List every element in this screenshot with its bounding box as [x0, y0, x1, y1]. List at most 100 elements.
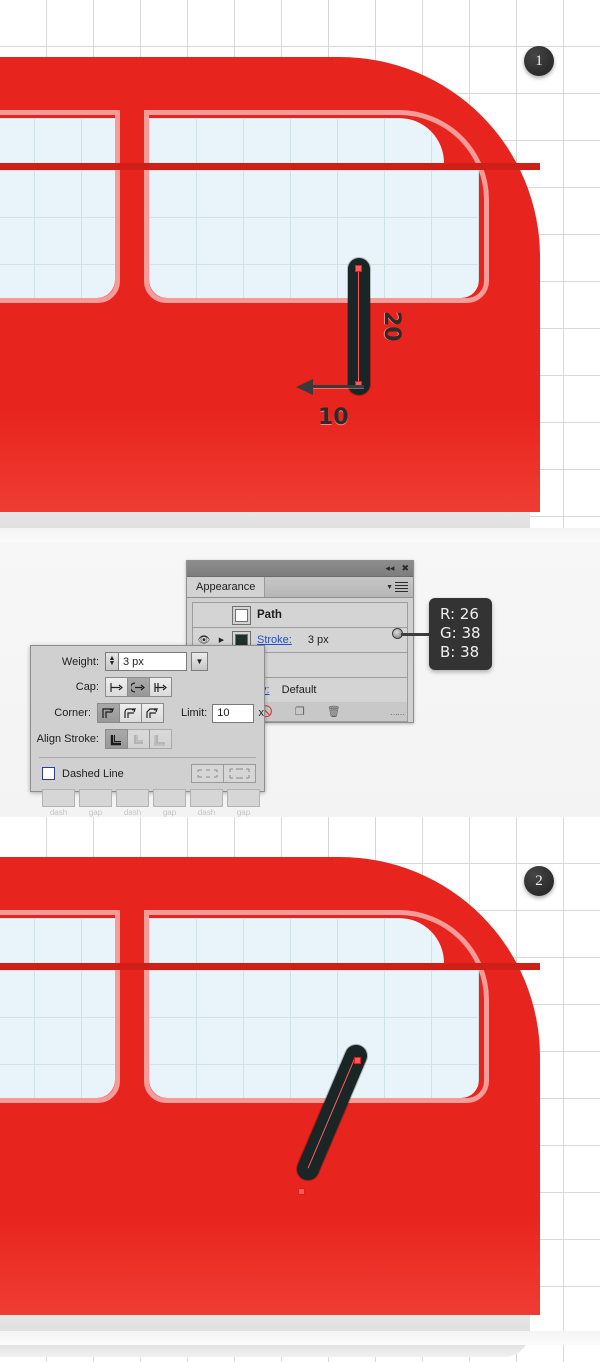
window-left-1 — [0, 170, 115, 298]
weight-row: Weight: ▲ ▼ 3 px ▼ — [31, 652, 264, 671]
corner-row: Corner: Limit: 10 x — [31, 703, 264, 723]
roof-line-2 — [0, 963, 540, 970]
butt-cap-button[interactable] — [105, 677, 128, 697]
tooltip-leader-line — [401, 633, 429, 636]
delete-item-icon[interactable]: 🗑 — [327, 705, 341, 718]
cap-button-group — [105, 677, 172, 697]
preserve-exact-dash-icon[interactable] — [191, 764, 224, 783]
rgb-blue-value: B: 38 — [440, 643, 480, 662]
anchor-point-top-1[interactable] — [355, 265, 362, 272]
duplicate-item-icon[interactable]: ❐ — [295, 705, 305, 718]
window-upper-right-1 — [149, 118, 444, 163]
gap-caption-3: gap — [236, 808, 251, 817]
round-join-button[interactable] — [118, 703, 142, 723]
rgb-green-value: G: 38 — [440, 624, 481, 643]
dash-caption-2: dash — [123, 808, 142, 817]
page-root: 10 20 1 ◂◂ ✖ Appearance ▼ Path 👁 ▶ Strok… — [0, 0, 600, 1362]
dash-pattern-captions: dash gap dash gap dash gap — [42, 808, 264, 817]
step-badge-1-number: 1 — [535, 52, 543, 69]
cap-label: Cap: — [75, 681, 99, 693]
adjust-dashes-to-corners-icon[interactable] — [223, 764, 256, 783]
stroke-body-1 — [348, 258, 370, 395]
popup-divider — [39, 757, 256, 758]
weight-label: Weight: — [61, 655, 99, 668]
window-upper-left-1 — [0, 118, 115, 163]
stepper-down-icon[interactable]: ▼ — [109, 660, 116, 667]
panel-tab-row: Appearance ▼ — [187, 577, 413, 598]
corner-button-group — [96, 703, 164, 723]
align-stroke-label: Align Stroke: — [36, 733, 99, 745]
dash-caption-1: dash — [49, 808, 68, 817]
align-stroke-button-group — [105, 729, 172, 749]
align-inside-button[interactable] — [127, 729, 150, 749]
dash-field-1[interactable] — [42, 789, 75, 807]
projecting-cap-button[interactable] — [149, 677, 172, 697]
rgb-value-tooltip: R: 26 G: 38 B: 38 — [429, 598, 492, 670]
appearance-row-path[interactable]: Path — [192, 602, 408, 627]
step-badge-2-number: 2 — [535, 872, 543, 889]
anchor-point-bottom-2[interactable] — [298, 1188, 305, 1195]
miter-join-button[interactable] — [96, 703, 120, 723]
ground-line-1 — [0, 528, 600, 542]
panel-menu-caret-icon[interactable]: ▼ — [386, 584, 393, 591]
align-outside-button[interactable] — [149, 729, 172, 749]
collapse-double-arrow-icon[interactable]: ◂◂ — [385, 564, 394, 573]
dash-caption-3: dash — [197, 808, 216, 817]
tab-appearance[interactable]: Appearance — [187, 577, 266, 597]
ground-line-2 — [0, 1331, 600, 1345]
rgb-red-value: R: 26 — [440, 605, 479, 623]
window-right-1 — [149, 170, 479, 298]
window-right-2 — [149, 970, 479, 1098]
appearance-row-opacity-value[interactable]: Default — [282, 684, 317, 696]
roof-line-1 — [0, 163, 540, 170]
white-fill-swatch-icon[interactable] — [232, 605, 251, 625]
dash-preserve-button-group — [191, 764, 256, 783]
gap-field-2[interactable] — [153, 789, 186, 807]
dash-field-3[interactable] — [190, 789, 223, 807]
eye-visibility-icon[interactable]: 👁 — [197, 635, 211, 646]
tab-appearance-label: Appearance — [196, 581, 256, 593]
window-upper-right-2 — [149, 918, 444, 963]
panel-titlebar: ◂◂ ✖ — [187, 561, 413, 577]
step-badge-2: 2 — [524, 866, 554, 896]
anchor-point-top-2[interactable] — [354, 1057, 361, 1064]
cap-row: Cap: — [31, 677, 264, 697]
limit-label: Limit: — [180, 707, 208, 719]
appearance-row-stroke-value[interactable]: 3 px — [308, 634, 329, 646]
corner-label: Corner: — [54, 707, 91, 719]
resize-grip-icon[interactable]: ⋯⋯ — [390, 710, 405, 719]
gap-field-1[interactable] — [79, 789, 112, 807]
limit-input[interactable]: 10 — [212, 703, 254, 723]
dashed-line-label: Dashed Line — [62, 767, 124, 780]
align-stroke-row: Align Stroke: — [31, 729, 264, 749]
align-center-button[interactable] — [105, 729, 128, 749]
measure-vertical-label: 20 — [379, 311, 404, 342]
gap-caption-1: gap — [88, 808, 103, 817]
weight-stepper[interactable]: ▲ ▼ — [105, 652, 119, 671]
weight-dropdown-icon[interactable]: ▼ — [191, 652, 208, 671]
window-upper-left-2 — [0, 918, 115, 963]
disclosure-triangle-icon[interactable]: ▶ — [217, 636, 226, 644]
path-hairline-1 — [358, 268, 359, 385]
window-left-2 — [0, 970, 115, 1098]
step-badge-1: 1 — [524, 46, 554, 76]
bevel-join-button[interactable] — [140, 703, 164, 723]
gap-field-3[interactable] — [227, 789, 260, 807]
illustration-step-2: 2 — [0, 817, 600, 1362]
dashed-line-row: Dashed Line — [31, 764, 264, 783]
appearance-row-path-label: Path — [257, 609, 282, 621]
measure-horizontal-arrowhead — [296, 379, 313, 395]
weight-input[interactable]: 3 px — [119, 652, 187, 671]
measure-horizontal-label: 10 — [318, 405, 349, 430]
round-cap-button[interactable] — [127, 677, 150, 697]
dashed-line-checkbox[interactable] — [42, 767, 55, 780]
panel-menu-icon[interactable] — [395, 580, 408, 594]
illustration-step-1: 10 20 1 — [0, 0, 600, 542]
gap-caption-2: gap — [162, 808, 177, 817]
limit-unit: x — [258, 707, 265, 719]
close-x-icon[interactable]: ✖ — [401, 564, 409, 573]
measure-horizontal-line — [312, 385, 364, 388]
dash-field-2[interactable] — [116, 789, 149, 807]
stroke-options-popup: Weight: ▲ ▼ 3 px ▼ Cap: Corner: Limit: 1… — [30, 645, 265, 817]
dash-pattern-fields — [42, 789, 264, 807]
